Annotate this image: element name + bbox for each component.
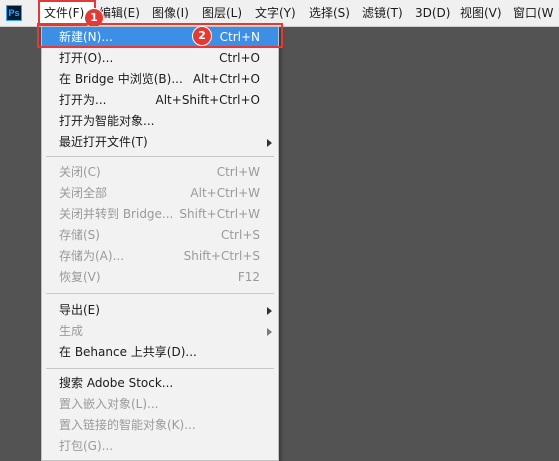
menu-item-close[interactable]: 关闭(C) Ctrl+W: [42, 162, 278, 183]
menu-item-label: 导出(E): [59, 303, 100, 317]
menu-item-close-go-bridge[interactable]: 关闭并转到 Bridge... Shift+Ctrl+W: [42, 204, 278, 225]
menu-item-shortcut: F12: [237, 270, 260, 284]
menu-item-shortcut: Ctrl+S: [220, 228, 260, 242]
menu-item-shortcut: Alt+Ctrl+O: [192, 72, 260, 86]
menu-item-package[interactable]: 打包(G)...: [42, 436, 278, 457]
menu-separator: [46, 293, 274, 294]
menu-item-label: 关闭(C): [59, 165, 101, 179]
menu-item-shortcut: Shift+Ctrl+S: [183, 249, 260, 263]
menu-item-place-embedded[interactable]: 置入嵌入对象(L)...: [42, 394, 278, 415]
menu-item-revert[interactable]: 恢复(V) F12: [42, 267, 278, 288]
menu-item-label: 存储(S): [59, 228, 100, 242]
menu-item-share-behance[interactable]: 在 Behance 上共享(D)...: [42, 342, 278, 363]
submenu-arrow-icon: [267, 139, 272, 147]
menu-item-label: 恢复(V): [59, 270, 101, 284]
menu-item-label: 打开为...: [59, 93, 107, 107]
menu-separator: [46, 368, 274, 369]
menu-item-export[interactable]: 导出(E): [42, 300, 278, 321]
menu-item-shortcut: Ctrl+O: [219, 51, 260, 65]
photoshop-logo-icon: Ps: [6, 5, 22, 21]
submenu-arrow-icon: [267, 328, 272, 336]
new-item-annotation-box: [37, 23, 283, 48]
menu-item-label: 在 Behance 上共享(D)...: [59, 345, 197, 359]
menu-item-recent-files[interactable]: 最近打开文件(T): [42, 132, 278, 153]
menu-item-close-all[interactable]: 关闭全部 Alt+Ctrl+W: [42, 183, 278, 204]
menu-item-label: 关闭并转到 Bridge...: [59, 207, 174, 221]
menu-item-label: 在 Bridge 中浏览(B)...: [59, 72, 183, 86]
menu-item-save[interactable]: 存储(S) Ctrl+S: [42, 225, 278, 246]
menu-item-label: 打开为智能对象...: [59, 114, 155, 128]
menu-item-label: 关闭全部: [59, 186, 108, 200]
file-menu-dropdown: 新建(N)... Ctrl+N 打开(O)... Ctrl+O 在 Bridge…: [41, 26, 279, 461]
menu-item-label: 生成: [59, 324, 84, 338]
menu-item-open[interactable]: 打开(O)... Ctrl+O: [42, 48, 278, 69]
menu-item-generate[interactable]: 生成: [42, 321, 278, 342]
menu-item-browse-bridge[interactable]: 在 Bridge 中浏览(B)... Alt+Ctrl+O: [42, 69, 278, 90]
menu-item-label: 打包(G)...: [59, 439, 114, 453]
menu-item-open-as-smart-object[interactable]: 打开为智能对象...: [42, 111, 278, 132]
menu-item-shortcut: Alt+Ctrl+W: [190, 186, 260, 200]
menu-item-search-adobe-stock[interactable]: 搜索 Adobe Stock...: [42, 373, 278, 394]
menu-item-label: 打开(O)...: [59, 51, 114, 65]
menu-item-shortcut: Shift+Ctrl+W: [179, 207, 260, 221]
menu-item-label: 最近打开文件(T): [59, 135, 148, 149]
menu-3d[interactable]: 3D(D): [415, 0, 450, 26]
menu-item-shortcut: Alt+Shift+Ctrl+O: [155, 93, 260, 107]
menu-window[interactable]: 窗口(W: [513, 0, 554, 26]
submenu-arrow-icon: [267, 307, 272, 315]
menu-item-place-linked[interactable]: 置入链接的智能对象(K)...: [42, 415, 278, 436]
menu-item-label: 存储为(A)...: [59, 249, 125, 263]
step-badge-2: 2: [192, 26, 212, 46]
menu-item-label: 置入链接的智能对象(K)...: [59, 418, 196, 432]
menu-separator: [46, 156, 274, 157]
menu-view[interactable]: 视图(V): [460, 0, 502, 26]
menu-item-label: 置入嵌入对象(L)...: [59, 397, 159, 411]
menu-item-label: 搜索 Adobe Stock...: [59, 376, 174, 390]
menu-filter[interactable]: 滤镜(T): [362, 0, 403, 26]
menu-select[interactable]: 选择(S): [309, 0, 350, 26]
menu-item-shortcut: Ctrl+W: [216, 165, 260, 179]
menu-item-save-as[interactable]: 存储为(A)... Shift+Ctrl+S: [42, 246, 278, 267]
menu-item-open-as[interactable]: 打开为... Alt+Shift+Ctrl+O: [42, 90, 278, 111]
